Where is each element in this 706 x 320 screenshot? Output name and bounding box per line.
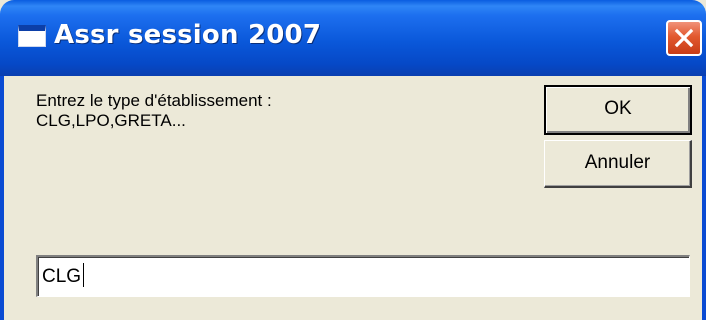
cancel-button[interactable]: Annuler (544, 140, 692, 188)
input-dialog-window: Assr session 2007 Entrez le type d'établ… (0, 0, 706, 320)
window-frame-left (0, 76, 4, 320)
establishment-type-input[interactable] (36, 255, 690, 297)
window-app-icon (18, 25, 46, 47)
prompt-line-2: CLG,LPO,GRETA... (36, 111, 186, 130)
title-bar[interactable]: Assr session 2007 (0, 0, 706, 76)
text-caret (83, 263, 84, 287)
window-title: Assr session 2007 (54, 20, 322, 50)
window-frame-right (702, 76, 706, 320)
prompt-line-1: Entrez le type d'établissement : (36, 91, 272, 110)
ok-button[interactable]: OK (544, 85, 692, 135)
prompt-label: Entrez le type d'établissement : CLG,LPO… (36, 91, 272, 131)
close-icon (674, 28, 694, 48)
close-button[interactable] (666, 20, 702, 56)
